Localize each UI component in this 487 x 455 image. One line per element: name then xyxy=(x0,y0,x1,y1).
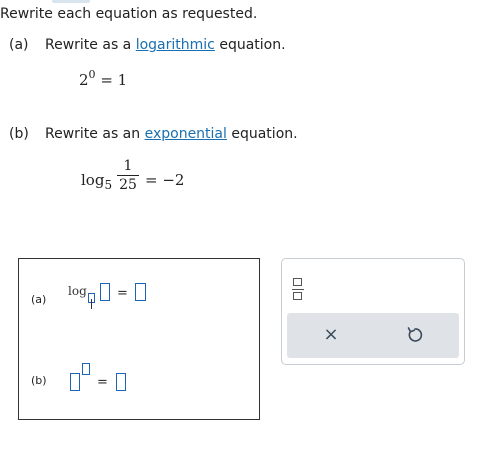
answer-b-base-input[interactable] xyxy=(70,373,80,391)
answer-b-equals: = xyxy=(97,375,108,390)
part-a-prompt-before: Rewrite as a xyxy=(45,37,136,53)
action-toolbar: × xyxy=(287,313,459,358)
part-a-prompt: (a) Rewrite as a logarithmic equation. xyxy=(9,37,286,53)
part-a-equation: 20 = 1 xyxy=(79,68,128,89)
part-b-log-word: log xyxy=(81,171,105,189)
fraction-bar xyxy=(117,175,139,176)
fraction-bottom-box xyxy=(293,292,302,300)
undo-icon[interactable] xyxy=(403,323,427,347)
answer-b-label: (b) xyxy=(31,374,47,387)
answer-panel: (a) log = (b) = xyxy=(18,258,260,420)
part-a-rhs: = 1 xyxy=(100,71,128,89)
answer-b-rhs-input[interactable] xyxy=(116,373,126,391)
fraction-line xyxy=(292,289,304,290)
part-b-numerator: 1 xyxy=(123,158,133,174)
answer-a-label: (a) xyxy=(31,293,47,306)
part-b-denominator: 25 xyxy=(119,177,137,193)
answer-a-rhs-input[interactable] xyxy=(135,283,146,301)
answer-b-exponent-input[interactable] xyxy=(82,363,90,375)
exponential-link[interactable]: exponential xyxy=(145,126,227,142)
part-b-label: (b) xyxy=(9,126,29,142)
part-a-exponent: 0 xyxy=(88,68,96,81)
answer-a-log-argument-input[interactable] xyxy=(100,283,110,301)
part-a-label: (a) xyxy=(9,37,29,53)
part-b-fraction: 1 25 xyxy=(117,158,139,193)
part-a-base: 2 xyxy=(79,71,89,89)
part-b-prompt-after: equation. xyxy=(226,126,298,142)
answer-a-equals: = xyxy=(117,286,128,301)
part-a-prompt-after: equation. xyxy=(214,37,286,53)
top-tab-indicator xyxy=(52,0,90,3)
undo-icon-svg xyxy=(407,327,423,342)
part-b-log: log5 xyxy=(81,171,112,192)
part-b-log-base: 5 xyxy=(104,178,113,192)
fraction-top-box xyxy=(293,278,302,286)
fraction-template-icon[interactable] xyxy=(291,275,305,303)
part-b-rhs: = −2 xyxy=(145,171,185,189)
part-b-prompt-before: Rewrite as an xyxy=(45,126,145,142)
logarithmic-link[interactable]: logarithmic xyxy=(136,37,215,53)
math-tools-panel: × xyxy=(281,258,465,365)
answer-a-log: log xyxy=(68,284,87,298)
close-icon[interactable]: × xyxy=(319,323,343,347)
text-cursor xyxy=(91,299,92,309)
instructions: Rewrite each equation as requested. xyxy=(0,6,258,22)
part-b-prompt: (b) Rewrite as an exponential equation. xyxy=(9,126,298,142)
